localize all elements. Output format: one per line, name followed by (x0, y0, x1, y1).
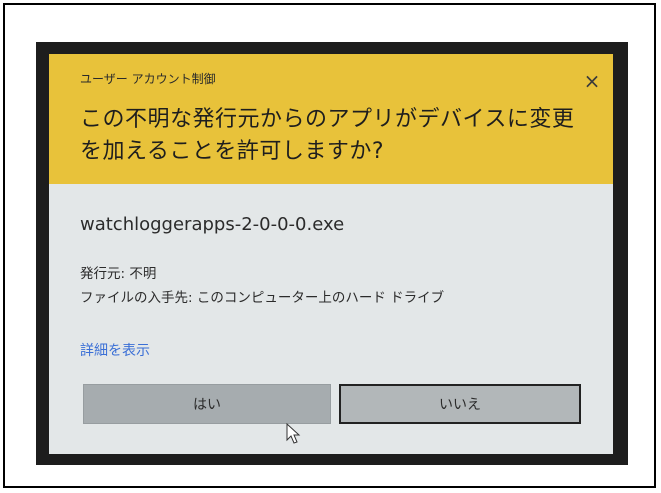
yes-button[interactable]: はい (83, 384, 331, 424)
dialog-title: ユーザー アカウント制御 (80, 72, 216, 86)
no-button-label: いいえ (439, 397, 481, 413)
permission-question: この不明な発行元からのアプリがデバイスに変更を加えることを許可しますか? (80, 107, 575, 164)
file-origin-info: ファイルの入手先: このコンピューター上のハード ドライブ (80, 290, 445, 306)
publisher-info: 発行元: 不明 (80, 266, 157, 282)
program-file-name: watchloggerapps-2-0-0-0.exe (80, 214, 345, 235)
close-icon[interactable]: × (581, 70, 603, 92)
yes-button-label: はい (193, 397, 221, 413)
uac-dialog: ユーザー アカウント制御 × この不明な発行元からのアプリがデバイスに変更を加え… (49, 54, 613, 454)
dialog-header: ユーザー アカウント制御 × この不明な発行元からのアプリがデバイスに変更を加え… (49, 54, 613, 184)
no-button[interactable]: いいえ (339, 384, 581, 424)
mouse-pointer-icon (286, 423, 301, 444)
show-details-link[interactable]: 詳細を表示 (80, 340, 150, 360)
